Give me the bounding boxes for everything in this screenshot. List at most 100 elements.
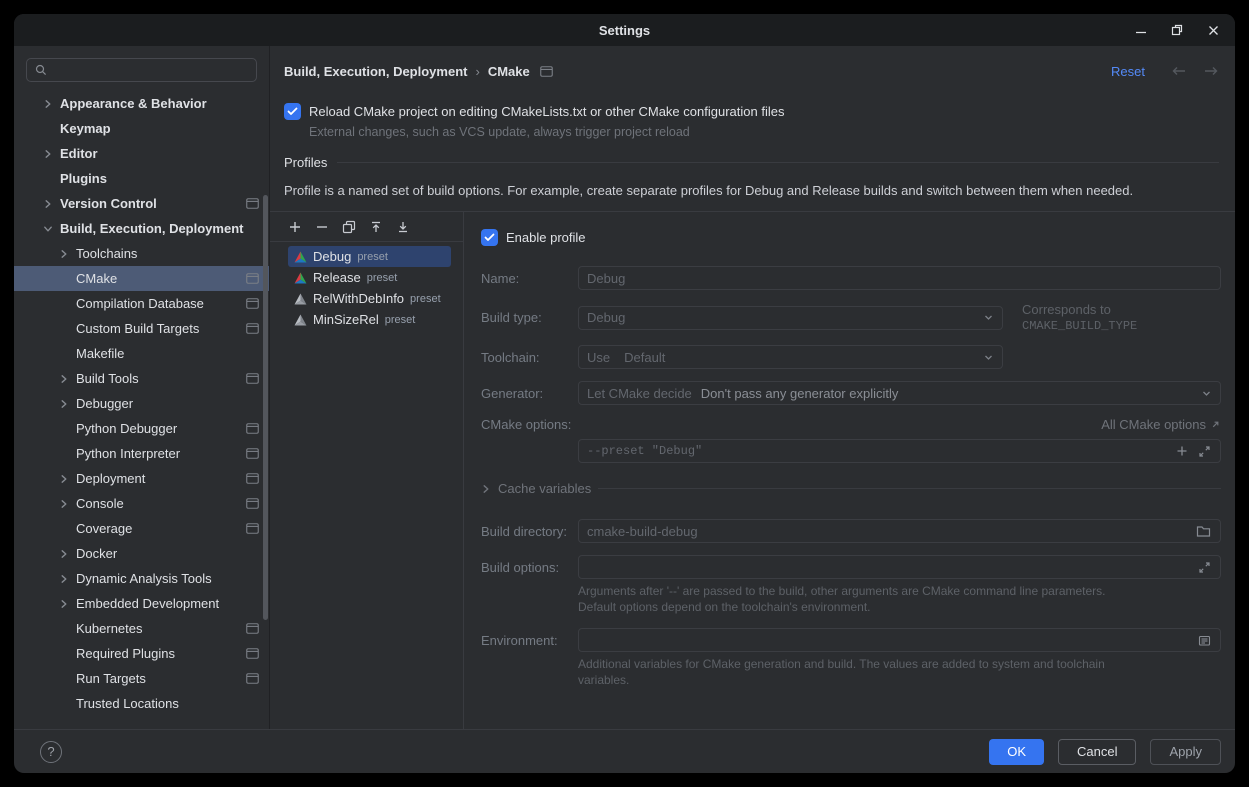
- toolchain-row: Toolchain: Use Default: [481, 345, 1221, 369]
- build-directory-label: Build directory:: [481, 524, 578, 539]
- sidebar-item-label: Compilation Database: [76, 296, 204, 311]
- chevron-right-icon[interactable]: [42, 198, 54, 210]
- profile-item-minsizerel[interactable]: MinSizeRel preset: [288, 309, 451, 330]
- sidebar-item-deployment[interactable]: Deployment: [14, 466, 269, 491]
- add-option-button[interactable]: [1171, 445, 1193, 457]
- cache-variables-toggle[interactable]: Cache variables: [481, 481, 1221, 496]
- maximize-button[interactable]: [1159, 14, 1195, 46]
- expand-editor-button[interactable]: [1193, 561, 1216, 574]
- generator-select[interactable]: Let CMake decide Don't pass any generato…: [578, 381, 1221, 405]
- chevron-right-icon[interactable]: [58, 573, 70, 585]
- sidebar-item-makefile[interactable]: Makefile: [14, 341, 269, 366]
- per-project-settings-icon: [246, 423, 259, 434]
- dialog-buttons: OK Cancel Apply: [989, 739, 1221, 765]
- sidebar-item-debugger[interactable]: Debugger: [14, 391, 269, 416]
- remove-profile-button[interactable]: [314, 219, 330, 235]
- sidebar-item-python-debugger[interactable]: Python Debugger: [14, 416, 269, 441]
- reload-cmake-checkbox[interactable]: [284, 103, 301, 120]
- sidebar-item-required-plugins[interactable]: Required Plugins: [14, 641, 269, 666]
- ok-button[interactable]: OK: [989, 739, 1044, 765]
- name-field[interactable]: Debug: [578, 266, 1221, 290]
- chevron-right-icon[interactable]: [58, 248, 70, 260]
- chevron-right-icon[interactable]: [58, 598, 70, 610]
- sidebar-item-docker[interactable]: Docker: [14, 541, 269, 566]
- chevron-right-icon[interactable]: [58, 498, 70, 510]
- enable-profile-checkbox[interactable]: [481, 229, 498, 246]
- reset-link[interactable]: Reset: [1111, 64, 1145, 79]
- close-button[interactable]: [1195, 14, 1231, 46]
- sidebar-item-keymap[interactable]: Keymap: [14, 116, 269, 141]
- sidebar-item-label: Console: [76, 496, 124, 511]
- profile-name: MinSizeRel: [313, 312, 379, 327]
- sidebar-item-kubernetes[interactable]: Kubernetes: [14, 616, 269, 641]
- environment-label: Environment:: [481, 633, 578, 648]
- cmake-profile-icon: [294, 272, 307, 284]
- cmake-options-field[interactable]: --preset "Debug": [578, 439, 1221, 463]
- toolchain-select[interactable]: Use Default: [578, 345, 1003, 369]
- move-up-button[interactable]: [368, 219, 384, 235]
- browse-folder-button[interactable]: [1191, 525, 1216, 538]
- all-cmake-options-text: All CMake options: [1101, 417, 1206, 432]
- enable-profile-row: Enable profile: [481, 229, 1221, 246]
- build-options-field[interactable]: [578, 555, 1221, 579]
- add-profile-button[interactable]: [287, 219, 303, 235]
- profile-item-release[interactable]: Release preset: [288, 267, 451, 288]
- cancel-button[interactable]: Cancel: [1058, 739, 1136, 765]
- apply-button[interactable]: Apply: [1150, 739, 1221, 765]
- profile-preset-tag: preset: [410, 293, 441, 305]
- breadcrumb-item-cmake[interactable]: CMake: [488, 64, 530, 79]
- cmake-options-header-row: CMake options: All CMake options: [481, 417, 1221, 432]
- sidebar-item-console[interactable]: Console: [14, 491, 269, 516]
- sidebar-item-appearance-behavior[interactable]: Appearance & Behavior: [14, 91, 269, 116]
- help-button[interactable]: ?: [40, 741, 62, 763]
- search-box[interactable]: [26, 58, 257, 82]
- chevron-right-icon[interactable]: [42, 148, 54, 160]
- breadcrumb-item-build-execution-deployment[interactable]: Build, Execution, Deployment: [284, 64, 467, 79]
- chevron-right-icon[interactable]: [42, 98, 54, 110]
- sidebar-item-custom-build-targets[interactable]: Custom Build Targets: [14, 316, 269, 341]
- copy-profile-button[interactable]: [341, 219, 357, 235]
- chevron-right-icon[interactable]: [58, 398, 70, 410]
- build-type-select[interactable]: Debug: [578, 306, 1003, 330]
- back-arrow-icon[interactable]: [1171, 65, 1187, 77]
- minimize-button[interactable]: [1123, 14, 1159, 46]
- sidebar-item-run-targets[interactable]: Run Targets: [14, 666, 269, 691]
- forward-arrow-icon[interactable]: [1203, 65, 1219, 77]
- chevron-right-icon[interactable]: [58, 548, 70, 560]
- sidebar-item-cmake[interactable]: CMake: [14, 266, 269, 291]
- copy-icon: [342, 220, 356, 234]
- search-input[interactable]: [53, 63, 248, 78]
- sidebar-item-build-execution-deployment[interactable]: Build, Execution, Deployment: [14, 216, 269, 241]
- sidebar-item-compilation-database[interactable]: Compilation Database: [14, 291, 269, 316]
- generator-secondary: Don't pass any generator explicitly: [701, 386, 899, 401]
- expand-editor-button[interactable]: [1193, 445, 1216, 458]
- sidebar-item-python-interpreter[interactable]: Python Interpreter: [14, 441, 269, 466]
- build-type-hint: Corresponds to CMAKE_BUILD_TYPE: [1022, 302, 1221, 333]
- settings-window: Settings Appearance & Behavior: [14, 14, 1235, 773]
- sidebar-scrollbar-thumb[interactable]: [263, 195, 268, 620]
- environment-field[interactable]: [578, 628, 1221, 652]
- profile-item-debug[interactable]: Debug preset: [288, 246, 451, 267]
- environment-variables-button[interactable]: [1193, 634, 1216, 647]
- sidebar-item-toolchains[interactable]: Toolchains: [14, 241, 269, 266]
- sidebar-item-plugins[interactable]: Plugins: [14, 166, 269, 191]
- sidebar-item-trusted-locations[interactable]: Trusted Locations: [14, 691, 269, 716]
- sidebar-item-version-control[interactable]: Version Control: [14, 191, 269, 216]
- minus-icon: [315, 220, 329, 234]
- build-directory-field[interactable]: cmake-build-debug: [578, 519, 1221, 543]
- move-down-button[interactable]: [395, 219, 411, 235]
- profile-item-relwithdebinfo[interactable]: RelWithDebInfo preset: [288, 288, 451, 309]
- chevron-right-icon[interactable]: [58, 473, 70, 485]
- sidebar-item-embedded-development[interactable]: Embedded Development: [14, 591, 269, 616]
- sidebar-item-editor[interactable]: Editor: [14, 141, 269, 166]
- profiles-description: Profile is a named set of build options.…: [284, 183, 1219, 198]
- profiles-section-header: Profiles: [284, 155, 1219, 170]
- sidebar-item-coverage[interactable]: Coverage: [14, 516, 269, 541]
- sidebar-item-build-tools[interactable]: Build Tools: [14, 366, 269, 391]
- sidebar-item-dynamic-analysis-tools[interactable]: Dynamic Analysis Tools: [14, 566, 269, 591]
- chevron-down-icon[interactable]: [42, 223, 54, 235]
- chevron-right-icon[interactable]: [58, 373, 70, 385]
- all-cmake-options-link[interactable]: All CMake options: [1101, 417, 1221, 432]
- chevron-right-icon: [481, 484, 491, 494]
- cmake-profile-icon-gray: [294, 314, 307, 326]
